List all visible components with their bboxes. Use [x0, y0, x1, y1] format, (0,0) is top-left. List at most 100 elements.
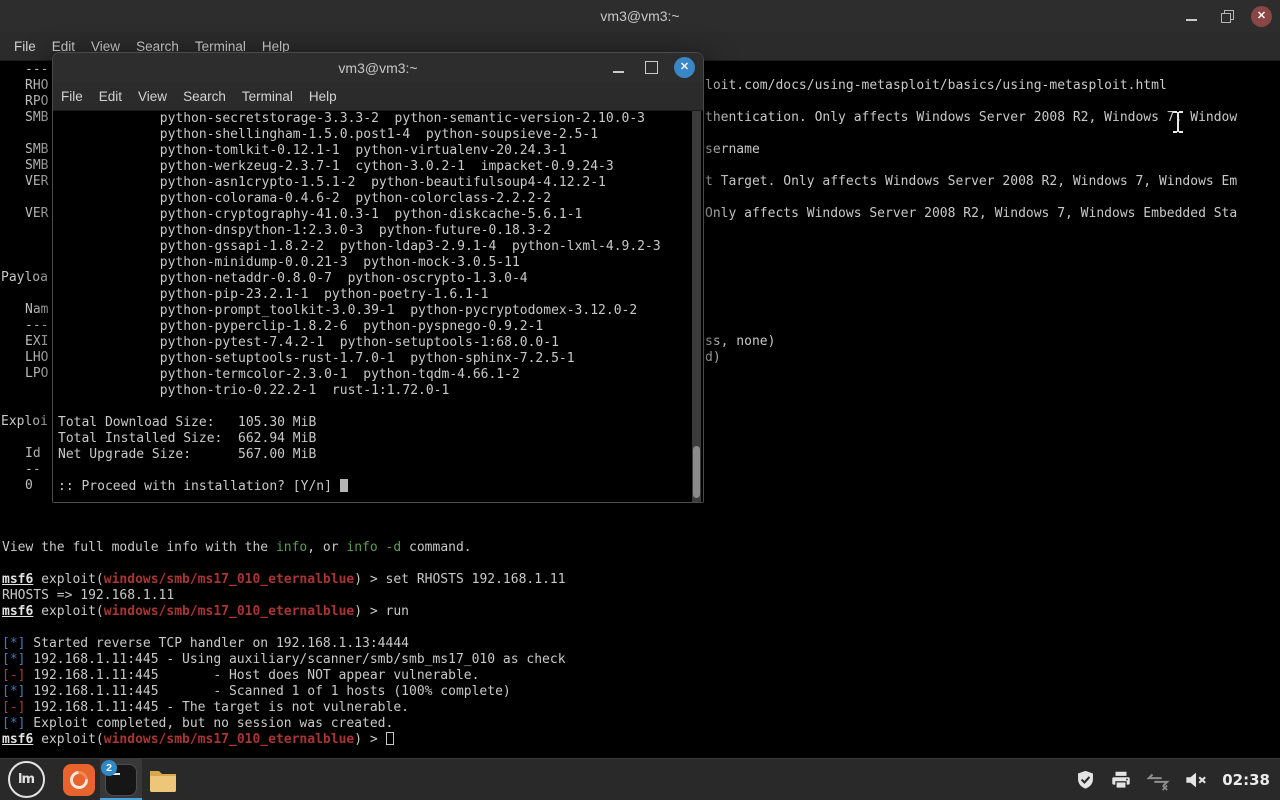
desktop: vm3@vm3:~ ✕ File Edit View Search Terminal He… — [0, 0, 1280, 800]
terminal-text-fragment: RPO — [25, 94, 49, 109]
minimize-button[interactable] — [1181, 6, 1202, 27]
restore-icon — [1220, 10, 1234, 23]
firefox-icon — [63, 763, 95, 796]
network-offline-icon[interactable] — [1146, 769, 1170, 791]
foreground-terminal-window[interactable]: vm3@vm3:~ ✕ File Edit View Search Terminal He… — [52, 52, 704, 503]
maximize-button[interactable] — [641, 57, 662, 78]
terminal-window-button[interactable]: 2 — [100, 758, 142, 800]
menu-item-search[interactable]: Search — [183, 89, 226, 104]
background-window-title: vm3@vm3:~ — [600, 8, 680, 24]
terminal-line: python-pytest-7.4.2-1 python-setuptools-… — [58, 335, 559, 350]
terminal-line: Total Download Size: 105.30 MiB — [58, 415, 317, 430]
window-count-badge: 2 — [101, 759, 117, 776]
minimize-button[interactable] — [608, 57, 629, 78]
terminal-line: Net Upgrade Size: 567.00 MiB — [58, 447, 317, 462]
terminal-line: python-secretstorage-3.3.3-2 python-sema… — [58, 111, 645, 126]
terminal-line: python-cryptography-41.0.3-1 python-disk… — [58, 207, 583, 222]
terminal-text-fragment: SMB — [25, 110, 49, 125]
terminal-line: msf6 exploit(windows/smb/ms17_010_eterna… — [2, 604, 410, 619]
terminal-line: python-minidump-0.0.21-3 python-mock-3.0… — [58, 255, 520, 270]
file-manager-launcher[interactable] — [142, 759, 184, 800]
terminal-text-fragment: Nam — [25, 302, 49, 317]
terminal-line: [-] 192.168.1.11:445 - Host does NOT app… — [2, 668, 480, 683]
terminal-line: python-setuptools-rust-1.7.0-1 python-sp… — [58, 351, 575, 366]
taskbar: lm 2 02:38 — [0, 758, 1280, 800]
terminal-line: [-] 192.168.1.11:445 - The target is not… — [2, 700, 409, 715]
menu-item-file[interactable]: File — [61, 89, 83, 104]
close-button[interactable]: ✕ — [674, 57, 695, 78]
terminal-line: python-pip-23.2.1-1 python-poetry-1.6.1-… — [58, 287, 489, 302]
menu-item-file[interactable]: File — [14, 39, 36, 54]
terminal-text-fragment: t Target. Only affects Windows Server 20… — [705, 174, 1238, 189]
terminal-text-fragment: LPO — [25, 366, 49, 381]
terminal-text-fragment: 0 — [25, 478, 33, 493]
terminal-text-fragment: sername — [705, 142, 760, 157]
terminal-line: python-dnspython-1:2.3.0-3 python-future… — [58, 223, 552, 238]
terminal-line: python-pyperclip-1.8.2-6 python-pyspnego… — [58, 319, 544, 334]
terminal-line: python-asn1crypto-1.5.1-2 python-beautif… — [58, 175, 606, 190]
terminal-text-fragment: SMB — [25, 142, 49, 157]
maximize-icon — [645, 61, 658, 74]
printer-icon[interactable] — [1110, 769, 1132, 791]
terminal-line: python-werkzeug-2.3.7-1 cython-3.0.2-1 i… — [58, 159, 614, 174]
terminal-line: python-shellingham-1.5.0.post1-4 python-… — [58, 127, 599, 142]
terminal-text-fragment: SMB — [25, 158, 49, 173]
terminal-line: [*] Started reverse TCP handler on 192.1… — [2, 636, 409, 651]
close-button[interactable]: ✕ — [1251, 5, 1272, 27]
menu-item-view[interactable]: View — [138, 89, 167, 104]
terminal-line: View the full module info with the info,… — [2, 540, 472, 555]
terminal-text-fragment: ss, none) — [705, 334, 776, 349]
terminal-line: python-colorama-0.4.6-2 python-colorclas… — [58, 191, 552, 206]
firefox-launcher[interactable] — [58, 759, 100, 800]
terminal-line: msf6 exploit(windows/smb/ms17_010_eterna… — [2, 572, 566, 587]
terminal-output: python-secretstorage-3.3.3-2 python-sema… — [58, 111, 661, 495]
terminal-line: [*] 192.168.1.11:445 - Using auxiliary/s… — [2, 652, 566, 667]
terminal-line: msf6 exploit(windows/smb/ms17_010_eterna… — [2, 732, 566, 748]
mint-menu-button[interactable]: lm — [0, 759, 52, 800]
shield-updates-icon[interactable] — [1075, 769, 1096, 791]
terminal-line: python-termcolor-2.3.0-1 python-tqdm-4.6… — [58, 367, 520, 382]
terminal-text-fragment: LHO — [25, 350, 49, 365]
terminal-text-fragment: -- — [25, 462, 41, 477]
terminal-line: python-netaddr-0.8.0-7 python-oscrypto-1… — [58, 271, 528, 286]
terminal-line: Total Installed Size: 662.94 MiB — [58, 431, 317, 446]
system-tray: 02:38 — [1075, 769, 1280, 791]
terminal-text-fragment: VER — [25, 206, 49, 221]
terminal-text-fragment: loit.com/docs/using-metasploit/basics/us… — [705, 78, 1167, 93]
terminal-cursor — [339, 479, 348, 492]
terminal-text-fragment: EXI — [25, 334, 49, 349]
terminal-text-fragment: --- — [25, 318, 49, 333]
clock[interactable]: 02:38 — [1222, 771, 1270, 789]
menu-item-terminal[interactable]: Terminal — [242, 89, 293, 104]
foreground-window-menubar: File Edit View Search Terminal Help — [53, 82, 703, 111]
terminal-text-fragment: Only affects Windows Server 2008 R2, Win… — [705, 206, 1238, 221]
terminal-line: :: Proceed with installation? [Y/n] — [58, 479, 661, 495]
terminal-line: python-gssapi-1.8.2-2 python-ldap3-2.9.1… — [58, 239, 661, 254]
background-window-titlebar[interactable]: vm3@vm3:~ ✕ — [0, 0, 1280, 32]
terminal-output: View the full module info with the info,… — [2, 540, 566, 748]
minimize-icon — [1186, 19, 1197, 21]
terminal-text-fragment: Payloa — [1, 270, 48, 285]
restore-button[interactable] — [1216, 6, 1237, 27]
terminal-text-fragment: VER — [25, 174, 49, 189]
foreground-terminal-content: python-secretstorage-3.3.3-2 python-sema… — [53, 111, 703, 502]
menu-item-help[interactable]: Help — [309, 89, 337, 104]
terminal-text-fragment: --- — [25, 62, 49, 77]
volume-muted-icon[interactable] — [1184, 769, 1208, 791]
terminal-text-fragment: Id — [25, 446, 41, 461]
foreground-window-titlebar[interactable]: vm3@vm3:~ ✕ — [53, 53, 703, 82]
folder-icon — [150, 770, 176, 792]
minimize-icon — [613, 70, 624, 73]
terminal-line: python-trio-0.22.2-1 rust-1:1.72.0-1 — [58, 383, 450, 398]
scrollbar-thumb[interactable] — [693, 446, 700, 498]
close-icon: ✕ — [679, 61, 690, 73]
terminal-text-fragment: RHO — [25, 78, 49, 93]
menu-item-edit[interactable]: Edit — [99, 89, 122, 104]
scrollbar-track[interactable] — [692, 111, 701, 502]
foreground-window-title: vm3@vm3:~ — [338, 59, 418, 76]
close-icon: ✕ — [1256, 9, 1267, 22]
